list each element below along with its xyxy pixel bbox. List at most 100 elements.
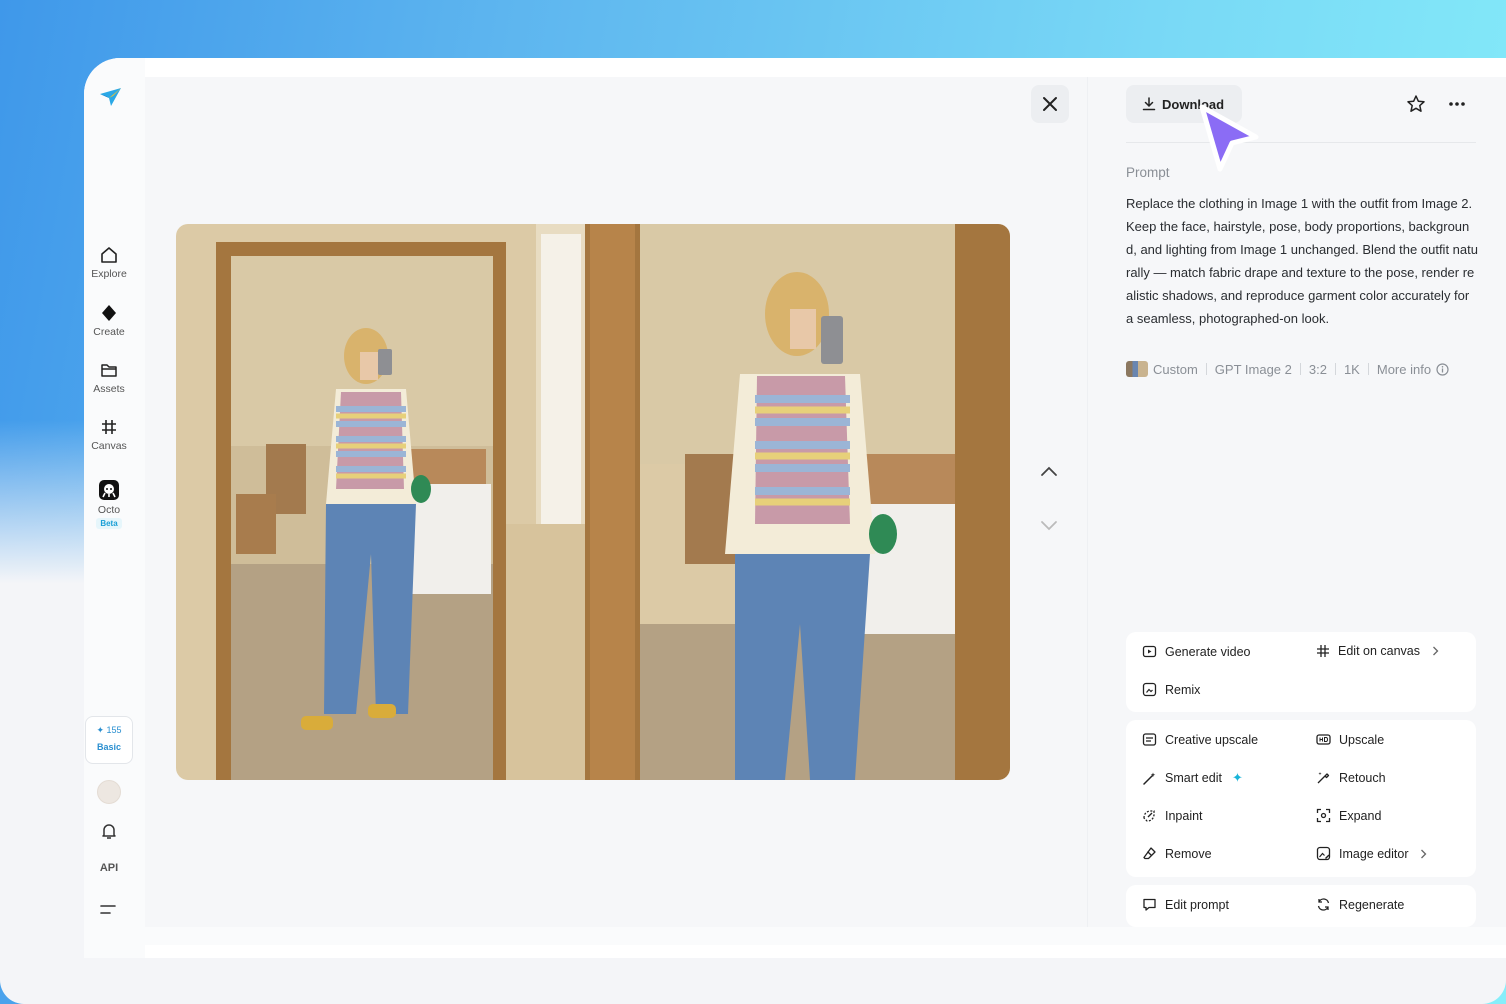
- sidebar-item-label: Octo: [97, 504, 121, 516]
- action-card-prompt: Edit prompt Regenerate: [1126, 885, 1476, 927]
- remove-label: Remove: [1165, 846, 1212, 861]
- remix-icon: [1142, 682, 1157, 697]
- sparkle-icon: ✦: [1231, 770, 1243, 785]
- info-icon[interactable]: [1436, 362, 1449, 376]
- meta-model: GPT Image 2: [1214, 361, 1292, 377]
- inpaint-label: Inpaint: [1165, 808, 1203, 823]
- remix-button[interactable]: Remix: [1142, 682, 1200, 697]
- sidebar-item-label: Create: [93, 326, 125, 338]
- generated-image[interactable]: [176, 224, 1010, 780]
- generation-meta: Custom GPT Image 2 3:2 1K More info: [1126, 361, 1449, 377]
- sidebar-item-canvas[interactable]: Canvas: [84, 417, 134, 452]
- meta-ratio: 3:2: [1308, 361, 1327, 377]
- retouch-label: Retouch: [1339, 770, 1386, 785]
- mouse-pointer-icon: [1199, 104, 1259, 172]
- divider: [1334, 363, 1336, 375]
- inpaint-icon: [1143, 810, 1155, 822]
- app-window: Explore Create Assets Canvas Octo Beta ✦…: [84, 58, 1506, 958]
- home-icon: [101, 247, 117, 263]
- edit-on-canvas-label: Edit on canvas: [1338, 644, 1420, 658]
- before-photo: [176, 224, 585, 780]
- sidebar-item-label: Assets: [93, 383, 125, 395]
- download-icon: [1142, 97, 1156, 111]
- window-bottom-edge: [145, 927, 1506, 945]
- inpaint-button[interactable]: Inpaint: [1142, 808, 1203, 823]
- generate-video-button[interactable]: Generate video: [1142, 644, 1250, 659]
- image-editor-icon: [1316, 846, 1331, 861]
- divider: [1205, 363, 1207, 375]
- creative-upscale-button[interactable]: Creative upscale: [1142, 732, 1258, 747]
- sidebar-item-assets[interactable]: Assets: [84, 360, 134, 395]
- canvas-grid-icon: [1317, 645, 1329, 657]
- remix-label: Remix: [1165, 682, 1201, 697]
- upscale-button[interactable]: Upscale: [1316, 732, 1384, 747]
- eraser-icon: [1143, 847, 1156, 860]
- avatar[interactable]: [97, 780, 121, 804]
- edit-prompt-icon: [1143, 898, 1156, 911]
- beta-badge: Beta: [96, 518, 122, 529]
- sidebar-item-label: Explore: [91, 268, 127, 280]
- credits-amount: ✦ 155: [96, 725, 122, 735]
- magic-wand-icon: [1143, 772, 1156, 785]
- generate-video-label: Generate video: [1165, 644, 1251, 659]
- hd-icon: [1316, 734, 1331, 745]
- meta-resolution: 1K: [1343, 361, 1360, 377]
- plan-tier: Basic: [96, 742, 122, 752]
- sidebar-item-create[interactable]: Create: [84, 303, 134, 338]
- folder-icon: [101, 364, 117, 377]
- style-thumbnail: [1126, 361, 1148, 377]
- regenerate-label: Regenerate: [1339, 897, 1405, 912]
- image-editor-button[interactable]: Image editor: [1316, 846, 1427, 861]
- app-logo[interactable]: [97, 84, 123, 110]
- expand-label: Expand: [1339, 808, 1382, 823]
- chevron-down-icon[interactable]: [1040, 520, 1058, 532]
- creative-upscale-label: Creative upscale: [1165, 732, 1259, 747]
- image-viewer: Download Prompt Replace the clothing in …: [145, 77, 1506, 927]
- bell-icon[interactable]: [99, 821, 119, 841]
- divider: [1126, 142, 1476, 143]
- smart-edit-label: Smart edit: [1165, 771, 1222, 785]
- sidebar: Explore Create Assets Canvas Octo Beta ✦…: [84, 58, 145, 958]
- canvas-grid-icon: [102, 420, 116, 434]
- sidebar-item-explore[interactable]: Explore: [84, 245, 134, 280]
- octo-icon: [99, 480, 119, 500]
- meta-style: Custom: [1153, 361, 1198, 377]
- sidebar-item-octo[interactable]: Octo Beta: [84, 479, 134, 529]
- more-options-icon[interactable]: [1448, 101, 1466, 107]
- api-link[interactable]: API: [84, 862, 134, 874]
- smart-edit-button[interactable]: Smart edit ✦: [1142, 770, 1243, 786]
- regenerate-button[interactable]: Regenerate: [1316, 897, 1404, 912]
- details-panel: Download Prompt Replace the clothing in …: [1087, 77, 1506, 927]
- star-icon[interactable]: [1406, 94, 1426, 114]
- prompt-label: Prompt: [1126, 165, 1170, 180]
- diamond-icon: [102, 305, 116, 321]
- video-icon: [1142, 645, 1157, 658]
- prompt-text: Replace the clothing in Image 1 with the…: [1126, 196, 1478, 326]
- close-button[interactable]: [1031, 85, 1069, 123]
- chevron-right-icon: [1421, 849, 1427, 858]
- refresh-icon: [1317, 898, 1330, 911]
- chevron-right-icon: [1433, 646, 1439, 656]
- creative-upscale-icon: [1142, 733, 1157, 746]
- divider: [1367, 363, 1369, 375]
- more-info-link[interactable]: More info: [1377, 362, 1431, 377]
- divider: [1299, 363, 1301, 375]
- retouch-button[interactable]: Retouch: [1316, 770, 1386, 785]
- edit-on-canvas-button[interactable]: Edit on canvas: [1316, 644, 1439, 658]
- action-card-edit: Creative upscale Upscale Smart edit ✦ Re…: [1126, 720, 1476, 877]
- remove-button[interactable]: Remove: [1142, 846, 1212, 861]
- expand-button[interactable]: Expand: [1316, 808, 1381, 823]
- upscale-label: Upscale: [1339, 732, 1385, 747]
- edit-prompt-label: Edit prompt: [1165, 897, 1229, 912]
- image-editor-label: Image editor: [1339, 846, 1409, 861]
- chevron-up-icon[interactable]: [1040, 465, 1058, 477]
- after-photo: [585, 224, 1010, 780]
- edit-prompt-button[interactable]: Edit prompt: [1142, 897, 1229, 912]
- expand-icon: [1316, 808, 1331, 823]
- close-icon: [1043, 97, 1057, 111]
- retouch-icon: [1317, 772, 1330, 784]
- action-card-generate: Generate video Edit on canvas Remix: [1126, 632, 1476, 712]
- sidebar-item-label: Canvas: [91, 440, 127, 452]
- menu-icon[interactable]: [100, 903, 118, 917]
- credits-indicator[interactable]: ✦ 155 Basic: [85, 716, 133, 764]
